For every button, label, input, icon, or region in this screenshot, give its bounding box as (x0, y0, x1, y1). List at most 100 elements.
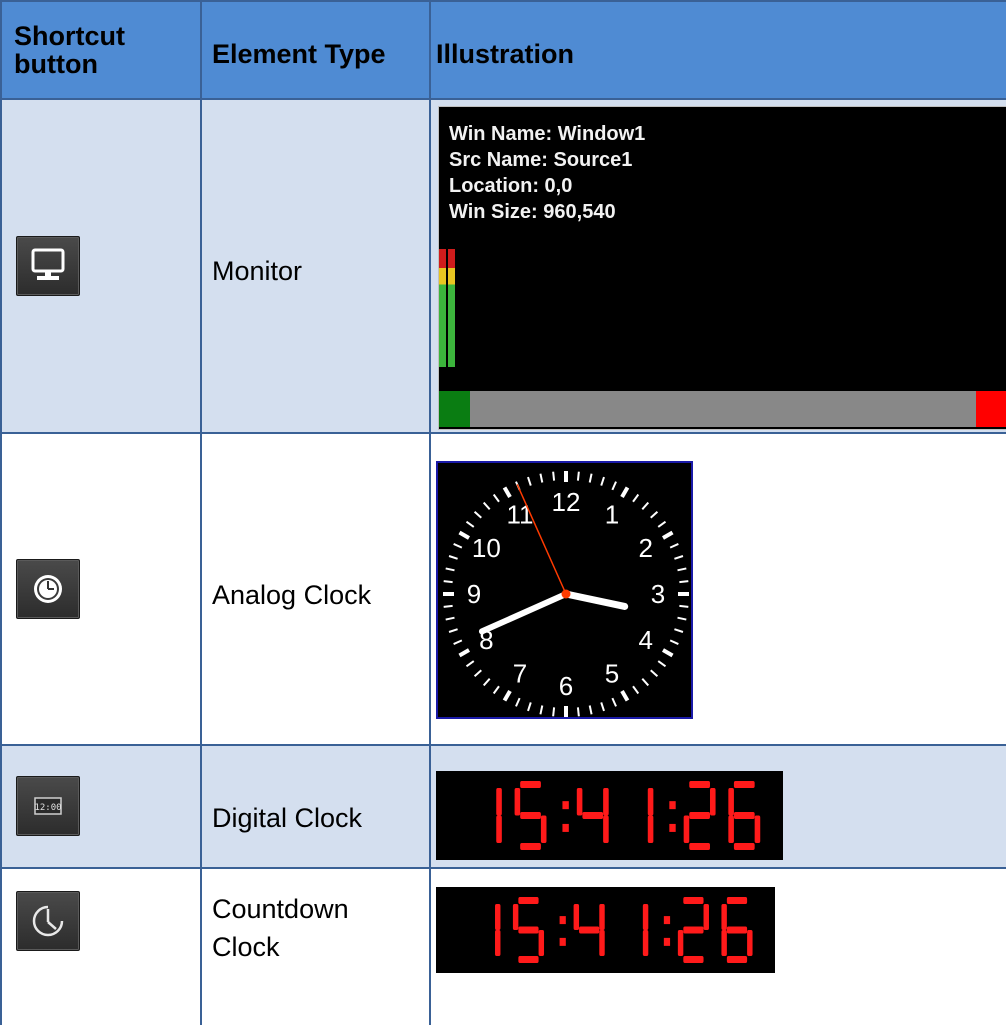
digit-segment (579, 926, 600, 934)
digit-segment (683, 897, 704, 904)
header-illustration: Illustration (436, 39, 575, 69)
clock-numeral: 2 (638, 533, 652, 563)
digit-segment (512, 904, 519, 930)
clock-numeral: 7 (513, 659, 527, 689)
countdown-clock-preview (436, 887, 775, 973)
clock-numeral: 12 (552, 487, 581, 517)
digit-segment (689, 812, 710, 819)
audio-meter-right (448, 249, 455, 367)
digit-segment (496, 815, 502, 843)
digit-segment (747, 930, 753, 956)
header-shortcut-button: Shortcut button (14, 22, 125, 78)
digit-segment (518, 897, 539, 904)
digit-segment (642, 904, 649, 930)
digit-segment (514, 788, 521, 816)
digit-segment (754, 815, 761, 843)
digital-clock-icon: 12:00 (34, 797, 62, 815)
grid-line (0, 0, 1006, 2)
analog-clock-icon (34, 575, 62, 603)
digit-segment (599, 930, 605, 956)
digit-segment (647, 815, 654, 843)
element-type-digital-clock: Digital Clock (212, 803, 363, 833)
grid-line (0, 0, 2, 1025)
digit-segment (726, 956, 748, 963)
element-type-monitor: Monitor (212, 256, 303, 286)
digit-segment (733, 781, 755, 788)
clock-numeral: 5 (605, 659, 619, 689)
grid-line (0, 432, 1006, 434)
digit-segment (603, 815, 609, 843)
colon-dot (669, 801, 676, 810)
monitor-status-green (439, 391, 470, 427)
colon-dot (562, 823, 569, 832)
monitor-win-size: Win Size: 960,540 (449, 201, 616, 223)
header-shortcut-line1: Shortcut (14, 21, 125, 51)
clock-tick (679, 604, 689, 608)
digit-segment (520, 781, 541, 788)
analog-clock-shortcut-button[interactable] (16, 559, 80, 619)
countdown-clock-shortcut-button[interactable] (16, 891, 80, 951)
digit-segment (520, 843, 541, 850)
clock-numeral: 4 (638, 625, 652, 655)
digit-segment (518, 926, 539, 934)
monitor-status-bar (439, 391, 1006, 427)
grid-line (429, 0, 431, 1025)
digit-segment (582, 812, 604, 819)
digit-segment (683, 926, 704, 934)
digit-segment (709, 788, 716, 816)
digit-segment (540, 815, 547, 843)
grid-line (0, 98, 1006, 100)
digit-segment (726, 926, 748, 934)
clock-numeral: 1 (605, 499, 619, 529)
svg-text:12:00: 12:00 (34, 803, 61, 813)
monitor-shortcut-button[interactable] (16, 236, 80, 296)
digit-segment (576, 788, 583, 816)
digit-segment (726, 897, 748, 904)
digit-segment (677, 930, 684, 956)
digit-segment (733, 812, 755, 819)
header-shortcut-line2: button (14, 49, 98, 79)
grid-line (0, 867, 1006, 869)
element-type-countdown-clock: Countdown Clock (212, 890, 349, 966)
monitor-location: Location: 0,0 (449, 175, 573, 197)
clock-numeral: 11 (507, 499, 534, 529)
monitor-win-name: Win Name: Window1 (449, 123, 646, 145)
analog-clock-preview: 12 1234567891011 (436, 461, 693, 719)
clock-numeral: 3 (651, 579, 665, 609)
colon-dot (559, 937, 566, 946)
grid-line (200, 0, 202, 1025)
digit-segment (496, 788, 502, 816)
digit-segment (721, 930, 727, 956)
digit-segment (603, 788, 609, 816)
grid-line (0, 744, 1006, 746)
digit-segment (728, 788, 734, 816)
clock-center (561, 589, 571, 599)
countdown-label-line1: Countdown (212, 894, 349, 924)
digit-segment (518, 956, 539, 963)
clock-tick (576, 471, 580, 481)
header-element-type: Element Type (212, 39, 386, 69)
digit-segment (703, 904, 709, 930)
digit-segment (733, 843, 755, 850)
digit-segment (728, 815, 734, 843)
clock-tick (552, 471, 556, 481)
digit-segment (689, 781, 710, 788)
clock-tick (443, 580, 453, 584)
audio-meter-left (439, 249, 446, 367)
element-type-analog-clock: Analog Clock (212, 580, 372, 610)
monitor-src-name: Src Name: Source1 (449, 149, 633, 171)
clock-tick (576, 707, 580, 717)
colon-dot (663, 937, 671, 946)
monitor-preview: Win Name: Window1 Src Name: Source1 Loca… (438, 106, 1006, 430)
digit-segment (683, 815, 690, 843)
digit-segment (642, 930, 649, 956)
digital-clock-shortcut-button[interactable]: 12:00 (16, 776, 80, 836)
digit-segment (683, 956, 704, 963)
digit-segment (495, 930, 501, 956)
digit-segment (538, 930, 545, 956)
colon-dot (663, 916, 671, 925)
digit-segment (689, 843, 710, 850)
digit-segment (721, 904, 727, 930)
clock-numeral: 6 (559, 671, 573, 701)
clock-numeral: 9 (467, 579, 481, 609)
